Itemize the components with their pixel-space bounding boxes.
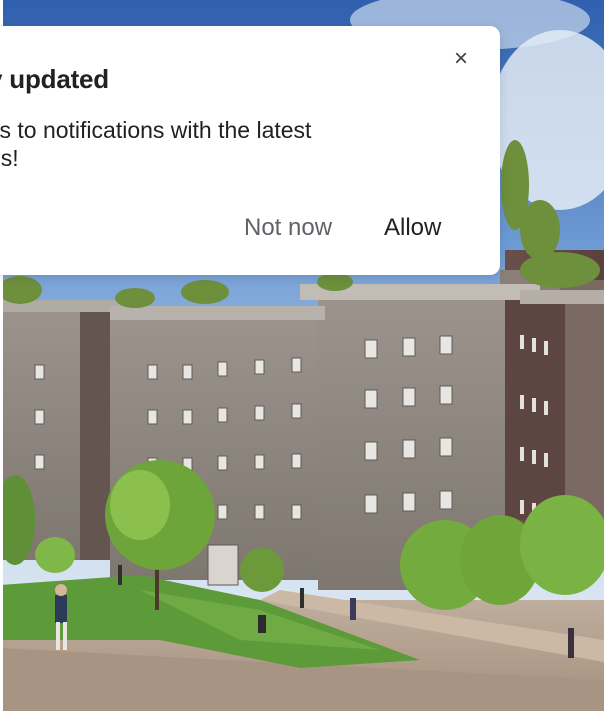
dialog-message: ks to notifications with the latest es! [0, 117, 312, 171]
dialog-title: y updated [0, 64, 109, 94]
allow-button[interactable]: Allow [384, 214, 441, 242]
not-now-button[interactable]: Not now [244, 214, 332, 242]
notification-permission-dialog: y updated ks to notifications with the l… [0, 26, 500, 275]
close-icon[interactable]: × [448, 46, 474, 72]
page: y updated ks to notifications with the l… [0, 0, 604, 711]
